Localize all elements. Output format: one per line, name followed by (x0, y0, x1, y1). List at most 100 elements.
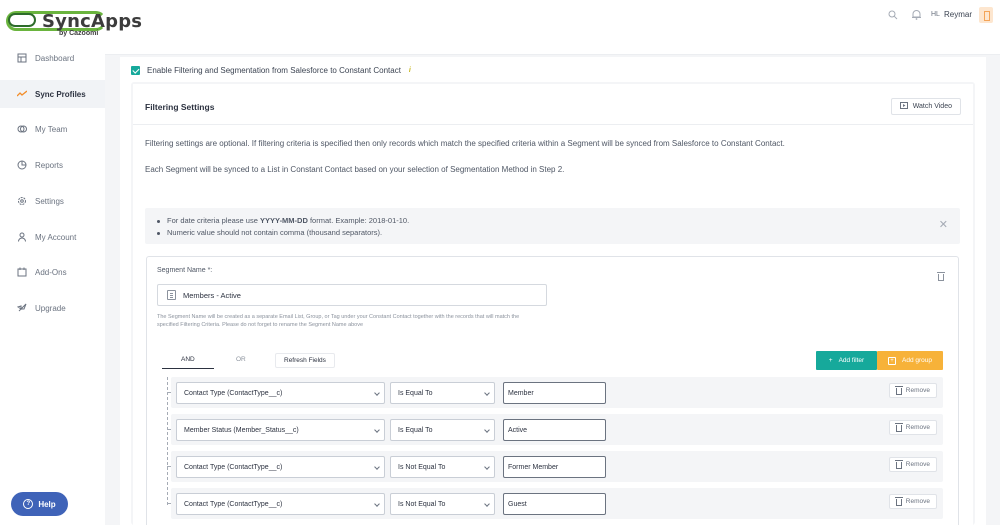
enable-filtering-label[interactable]: Enable Filtering and Segmentation from S… (147, 66, 401, 75)
notes-box: For date criteria please use YYYY-MM-DD … (145, 208, 960, 244)
tab-or[interactable]: OR (236, 356, 246, 363)
sidebar-item-sync-profiles[interactable]: Sync Profiles (0, 80, 105, 108)
operator-select[interactable]: Is Equal To (390, 419, 495, 441)
chevron-down-icon (484, 427, 490, 433)
field-select[interactable]: Member Status (Member_Status__c) (176, 419, 385, 441)
sidebar-item-settings[interactable]: Settings (0, 187, 105, 215)
filtering-settings-card: Filtering Settings Watch Video Filtering… (131, 82, 975, 525)
add-group-label: Add group (902, 357, 932, 364)
user-name[interactable]: Reymar (944, 10, 972, 19)
tree-branch (167, 466, 171, 467)
value-input[interactable]: Member (503, 382, 606, 404)
sidebar-item-label: My Account (35, 232, 77, 242)
sidebar-item-add-ons[interactable]: Add-Ons (0, 258, 105, 286)
brand-name: SyncApps (42, 11, 143, 32)
enable-filtering-row: Enable Filtering and Segmentation from S… (131, 66, 411, 75)
team-icon (16, 123, 28, 135)
plus-icon: + (828, 357, 833, 364)
help-button[interactable]: ? Help (11, 492, 68, 516)
segment-name-input[interactable]: Members - Active (157, 284, 547, 306)
gear-icon (16, 195, 28, 207)
sidebar-item-label: Settings (35, 196, 64, 206)
settings-title: Filtering Settings (145, 102, 215, 112)
note-numeric: Numeric value should not contain comma (… (157, 227, 409, 239)
chevron-down-icon (484, 390, 490, 396)
chevron-down-icon (484, 464, 490, 470)
value-input[interactable]: Former Member (503, 456, 606, 478)
chevron-down-icon (374, 464, 380, 470)
help-label: Help (38, 499, 56, 509)
chevron-down-icon (484, 501, 490, 507)
sidebar-item-upgrade[interactable]: Upgrade (0, 294, 105, 322)
trash-icon (894, 460, 903, 469)
value-input[interactable]: Guest (503, 493, 606, 515)
user-initials: HL (931, 11, 940, 18)
sidebar: Dashboard Sync Profiles My Team Reports … (0, 40, 105, 525)
filtering-settings-header: Filtering Settings Watch Video (133, 84, 973, 125)
tree-branch (167, 429, 171, 430)
note-date: For date criteria please use YYYY-MM-DD … (157, 215, 409, 227)
segment-name-value: Members - Active (183, 290, 241, 300)
sidebar-item-dashboard[interactable]: Dashboard (0, 44, 105, 72)
reports-icon (16, 159, 28, 171)
trash-icon (894, 386, 903, 395)
info-icon[interactable]: i (409, 67, 411, 74)
chevron-down-icon (374, 390, 380, 396)
watch-video-button[interactable]: Watch Video (890, 98, 961, 115)
filter-row: Contact Type (ContactType__c) Is Not Equ… (167, 451, 943, 482)
refresh-fields-button[interactable]: Refresh Fields (275, 353, 335, 368)
description-segment: Each Segment will be synced to a List in… (145, 165, 565, 174)
close-icon[interactable]: ✕ (939, 218, 948, 231)
sidebar-item-label: Dashboard (35, 53, 75, 63)
field-select[interactable]: Contact Type (ContactType__c) (176, 382, 385, 404)
sidebar-item-label: Sync Profiles (35, 89, 86, 99)
delete-segment-icon[interactable] (937, 272, 945, 283)
chevron-down-icon (374, 427, 380, 433)
filter-row: Contact Type (ContactType__c) Is Equal T… (167, 377, 943, 408)
sidebar-item-reports[interactable]: Reports (0, 151, 105, 179)
add-filter-button[interactable]: + Add filter (816, 351, 877, 370)
sidebar-item-label: Add-Ons (35, 267, 67, 277)
sidebar-item-my-team[interactable]: My Team (0, 115, 105, 143)
sidebar-item-label: Upgrade (35, 303, 66, 313)
operator-select[interactable]: Is Equal To (390, 382, 495, 404)
search-icon[interactable] (888, 9, 898, 23)
field-select[interactable]: Contact Type (ContactType__c) (176, 493, 385, 515)
addons-icon (16, 266, 28, 278)
brand-logo[interactable]: SyncApps by Cazoomi (6, 6, 142, 42)
question-icon: ? (23, 499, 34, 509)
description-optional: Filtering settings are optional. If filt… (145, 139, 785, 148)
field-select[interactable]: Contact Type (ContactType__c) (176, 456, 385, 478)
enable-filtering-checkbox[interactable] (131, 66, 140, 75)
bell-icon[interactable] (912, 9, 921, 23)
remove-filter-button[interactable]: Remove (888, 494, 937, 509)
remove-filter-button[interactable]: Remove (888, 457, 937, 472)
dashboard-icon (16, 52, 28, 64)
remove-filter-button[interactable]: Remove (888, 420, 937, 435)
watch-video-label: Watch Video (912, 103, 952, 110)
tab-underline (162, 368, 214, 369)
notes-list: For date criteria please use YYYY-MM-DD … (157, 215, 409, 239)
segment-help-text: The Segment Name will be created as a se… (157, 314, 520, 328)
remove-filter-button[interactable]: Remove (888, 383, 937, 398)
user-icon (16, 231, 28, 243)
sync-icon (16, 88, 28, 100)
filter-row: Contact Type (ContactType__c) Is Not Equ… (167, 488, 943, 519)
add-group-icon: + (888, 356, 896, 365)
add-group-button[interactable]: + Add group (877, 351, 943, 370)
segment-card: Segment Name *: Members - Active The Seg… (146, 256, 959, 525)
segment-name-label: Segment Name *: (157, 267, 213, 274)
operator-select[interactable]: Is Not Equal To (390, 493, 495, 515)
operator-select[interactable]: Is Not Equal To (390, 456, 495, 478)
sidebar-item-my-account[interactable]: My Account (0, 223, 105, 251)
add-filter-label: Add filter (838, 357, 865, 364)
sidebar-item-label: My Team (35, 124, 68, 134)
trash-icon (894, 423, 903, 432)
user-badge-icon[interactable] (979, 7, 993, 23)
document-icon (167, 290, 176, 300)
video-icon (899, 102, 908, 111)
value-input[interactable]: Active (503, 419, 606, 441)
tab-and[interactable]: AND (181, 356, 195, 363)
trash-icon (894, 497, 903, 506)
filter-row: Member Status (Member_Status__c) Is Equa… (167, 414, 943, 445)
